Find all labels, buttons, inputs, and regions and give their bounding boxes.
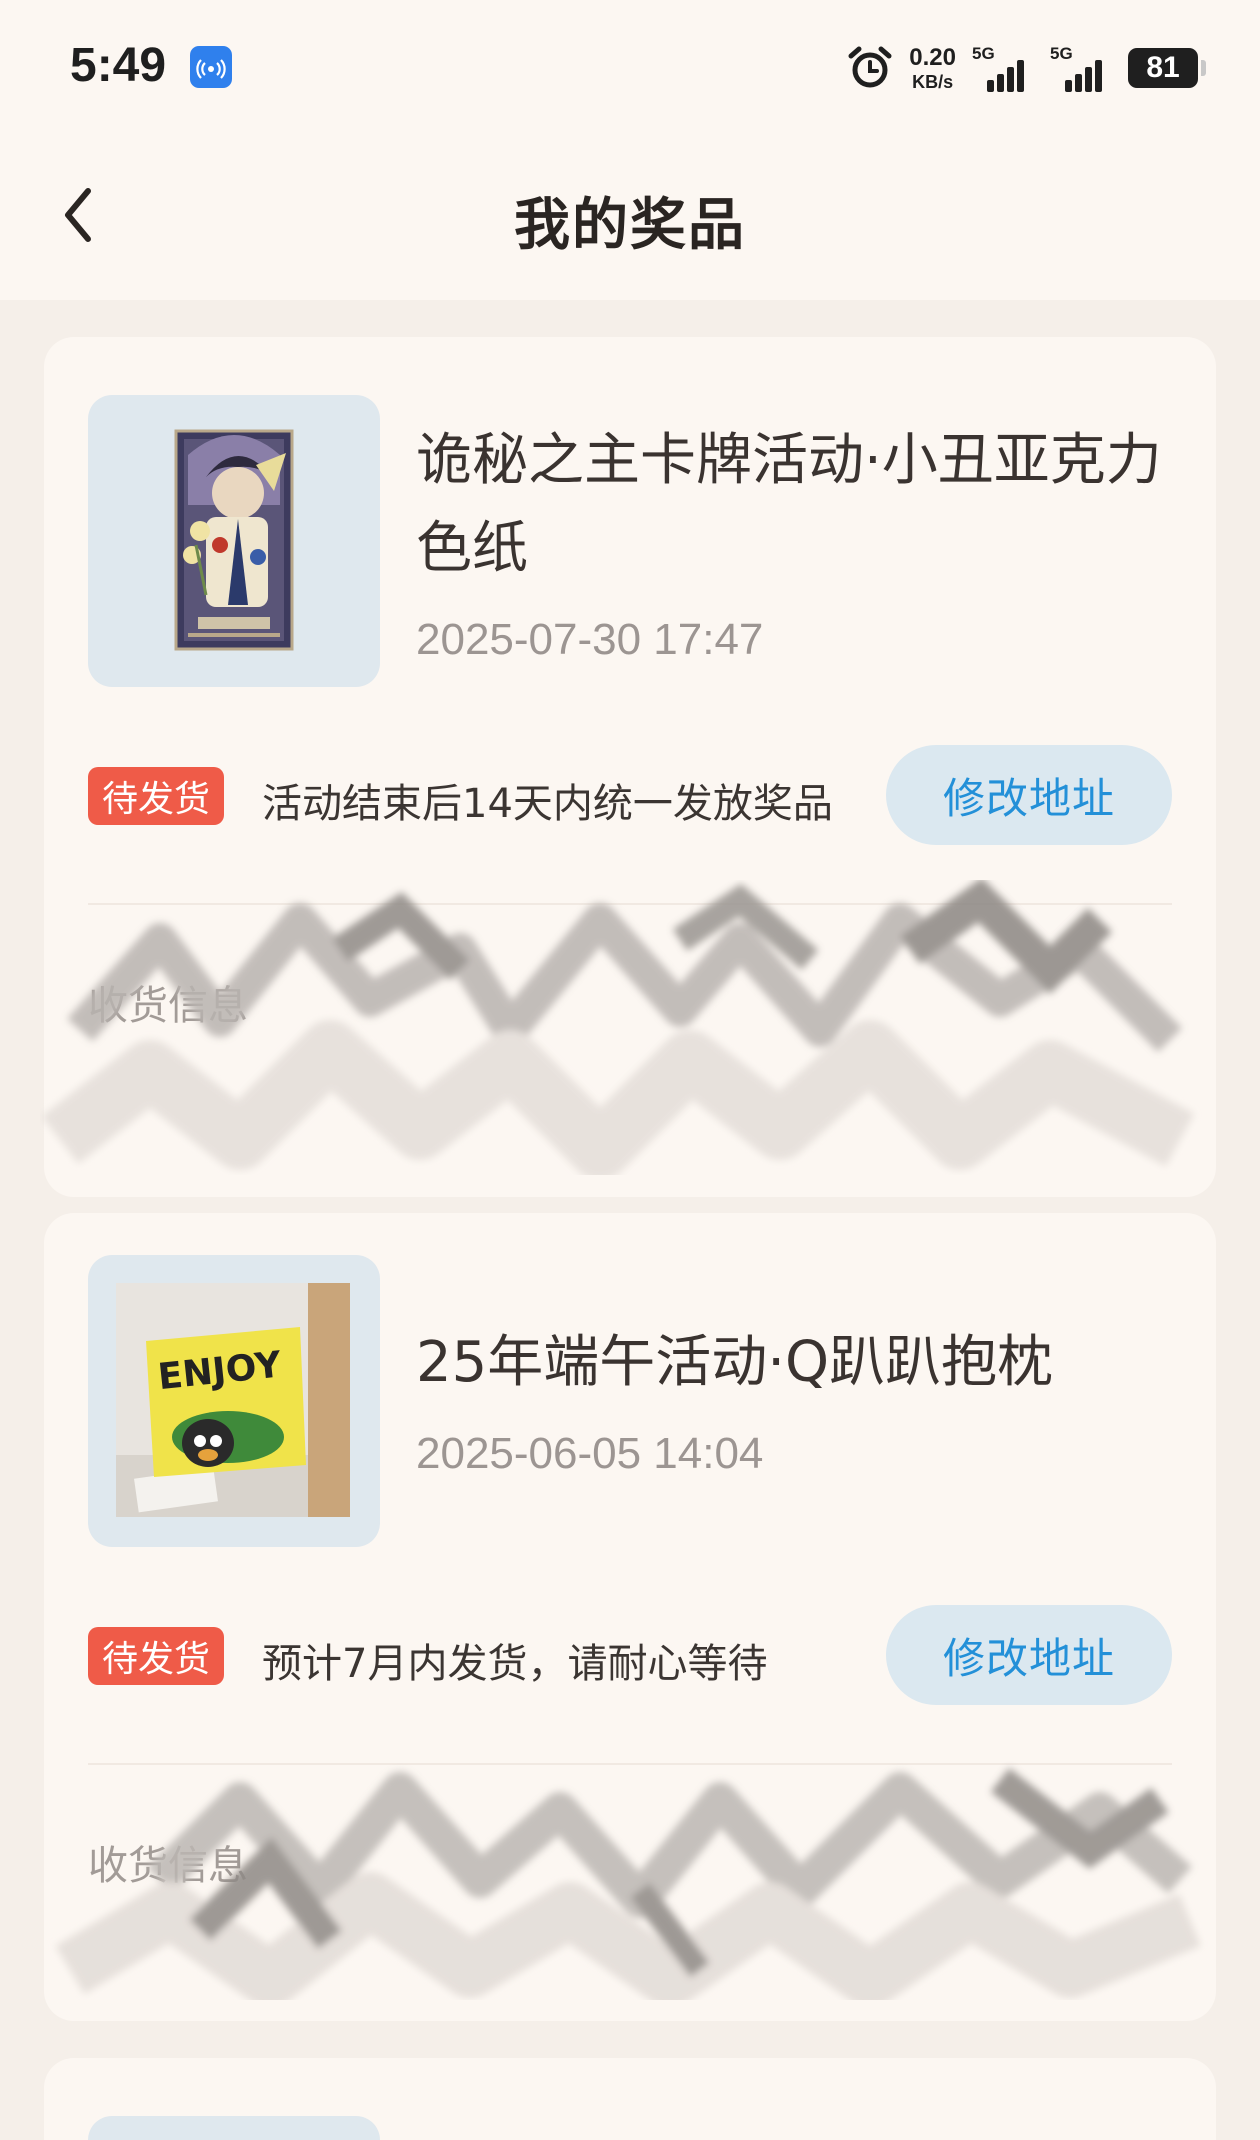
sim1-network-tag: 5G xyxy=(972,44,995,63)
status-badge: 待发货 xyxy=(88,767,225,825)
prize-date: 2025-07-30 17:47 xyxy=(416,615,764,664)
edit-address-button[interactable]: 修改地址 xyxy=(886,745,1172,845)
navigation-bar: 我的奖品 xyxy=(0,130,1260,300)
tarot-card-clown-image xyxy=(174,429,294,651)
prize-card xyxy=(44,2058,1216,2140)
battery-icon: 81 xyxy=(1128,48,1206,88)
enjoy-pillow-image: ENJOY xyxy=(116,1283,350,1517)
status-badge: 待发货 xyxy=(88,1627,225,1685)
page-title: 我的奖品 xyxy=(514,193,746,258)
prize-title: 25年端午活动·Q趴趴抱枕 xyxy=(416,1330,1054,1395)
edit-address-button[interactable]: 修改地址 xyxy=(886,1605,1172,1705)
divider xyxy=(88,1763,1172,1765)
battery-level: 81 xyxy=(1146,51,1180,84)
shipping-info-label: 收货信息 xyxy=(88,983,248,1029)
network-speed-unit: KB/s xyxy=(912,71,954,92)
prize-card: ENJOY 25年端午活动·Q趴趴抱枕 2025-06-05 14:04 待发货… xyxy=(44,1213,1216,2021)
alarm-icon xyxy=(848,46,892,88)
prize-thumbnail[interactable] xyxy=(88,2116,380,2140)
delivery-note: 活动结束后14天内统一发放奖品 xyxy=(262,781,833,827)
sim2-network-tag: 5G xyxy=(1050,44,1073,63)
signal-icon: 5G xyxy=(972,44,1034,92)
network-speed: 0.20 KB/s xyxy=(909,43,956,92)
delivery-note: 预计7月内发货，请耐心等待 xyxy=(262,1641,768,1687)
prize-title: 诡秘之主卡牌活动·小丑亚克力色纸 xyxy=(416,428,1162,581)
nfc-icon xyxy=(190,46,232,88)
prize-date: 2025-06-05 14:04 xyxy=(416,1429,764,1478)
signal-icon: 5G xyxy=(1050,44,1112,92)
status-bar: 5:49 0.20 KB/s 5G 5G 81 xyxy=(0,0,1260,130)
prize-thumbnail[interactable] xyxy=(88,395,380,687)
status-icons: 0.20 KB/s 5G 5G 81 xyxy=(847,40,1206,96)
divider xyxy=(88,903,1172,905)
status-time: 5:49 xyxy=(70,39,167,92)
shipping-info-label: 收货信息 xyxy=(88,1843,248,1889)
prize-card: 诡秘之主卡牌活动·小丑亚克力色纸 2025-07-30 17:47 待发货 活动… xyxy=(44,337,1216,1197)
network-speed-value: 0.20 xyxy=(909,43,956,71)
prize-thumbnail[interactable]: ENJOY xyxy=(88,1255,380,1547)
